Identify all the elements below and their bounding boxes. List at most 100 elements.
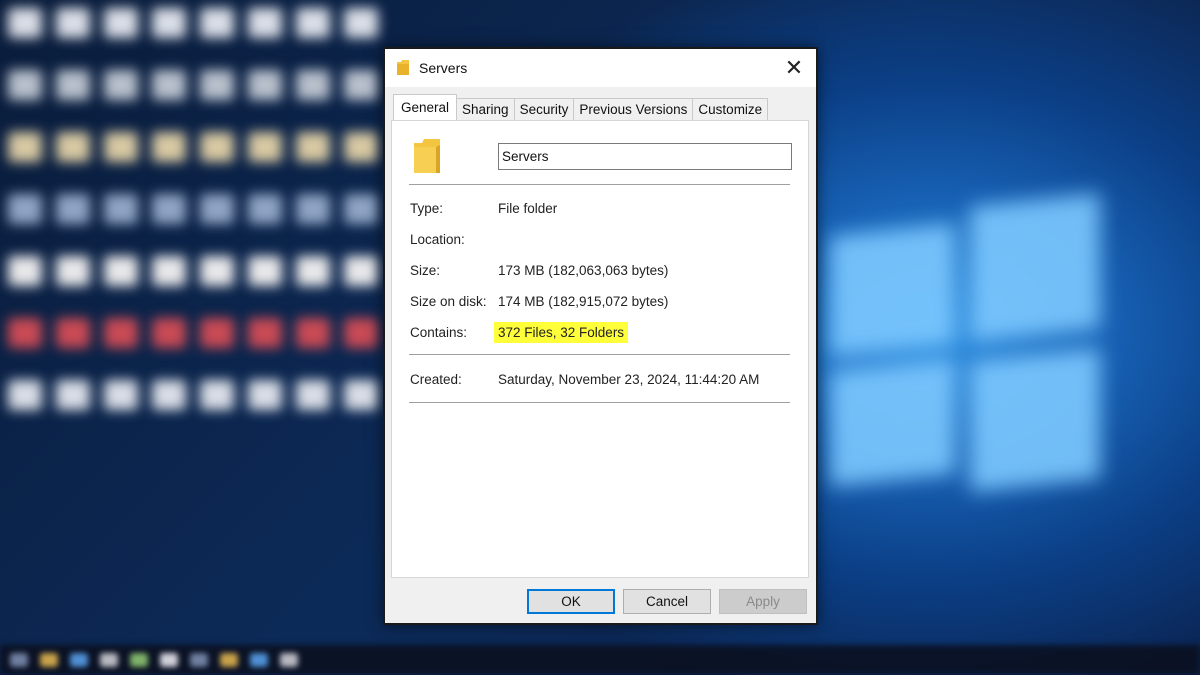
- desktop-shortcut-icon: [104, 256, 138, 286]
- desktop-shortcut-icon: [296, 318, 330, 348]
- desktop-shortcut-icon: [344, 318, 378, 348]
- created-value: Saturday, November 23, 2024, 11:44:20 AM: [498, 372, 760, 387]
- desktop-shortcut-icon: [344, 194, 378, 224]
- separator: [409, 184, 790, 186]
- taskbar-app-icon: [10, 653, 28, 667]
- folder-name-input[interactable]: [498, 143, 792, 170]
- close-icon: ✕: [784, 55, 804, 80]
- desktop-shortcut-icon: [200, 318, 234, 348]
- desktop-shortcut-icon: [344, 70, 378, 100]
- separator: [409, 354, 790, 356]
- desktop-shortcut-icon: [200, 256, 234, 286]
- tab-strip: General Sharing Security Previous Versio…: [393, 94, 769, 120]
- desktop-shortcut-icon: [152, 194, 186, 224]
- desktop-shortcut-icon: [296, 8, 330, 38]
- desktop-shortcut-icon: [104, 70, 138, 100]
- desktop-shortcut-icon: [200, 194, 234, 224]
- taskbar-app-icon: [220, 653, 238, 667]
- desktop-shortcut-icon: [200, 132, 234, 162]
- desktop-shortcut-icon: [152, 8, 186, 38]
- desktop-shortcut-icon: [8, 194, 42, 224]
- folder-icon: [397, 60, 409, 75]
- desktop-shortcut-icon: [8, 70, 42, 100]
- taskbar-app-icon: [130, 653, 148, 667]
- taskbar-app-icon: [100, 653, 118, 667]
- desktop-shortcut-icon: [296, 380, 330, 410]
- tab-general[interactable]: General: [393, 94, 458, 120]
- desktop-shortcut-icon: [200, 8, 234, 38]
- desktop-shortcut-icon: [248, 256, 282, 286]
- tab-previous-versions[interactable]: Previous Versions: [573, 98, 694, 120]
- cancel-button[interactable]: Cancel: [623, 589, 711, 614]
- separator: [409, 402, 790, 404]
- desktop-shortcut-icon: [152, 70, 186, 100]
- taskbar-app-icon: [160, 653, 178, 667]
- contains-value: 372 Files, 32 Folders: [494, 322, 629, 343]
- desktop-shortcut-icon: [56, 132, 90, 162]
- desktop-shortcut-icon: [104, 318, 138, 348]
- desktop-shortcut-icon: [200, 70, 234, 100]
- desktop-shortcut-icon: [56, 380, 90, 410]
- taskbar-app-icon: [280, 653, 298, 667]
- desktop-shortcut-icon: [152, 256, 186, 286]
- desktop-shortcut-icon: [8, 318, 42, 348]
- desktop-shortcut-icon: [104, 194, 138, 224]
- general-tab-panel: Type: File folder Location: Size: 173 MB…: [391, 120, 809, 578]
- close-button[interactable]: ✕: [772, 49, 816, 87]
- desktop-shortcut-icon: [56, 256, 90, 286]
- desktop-shortcut-icon: [248, 194, 282, 224]
- folder-icon: [414, 139, 440, 173]
- tab-sharing[interactable]: Sharing: [456, 98, 515, 120]
- desktop-shortcut-icon: [8, 132, 42, 162]
- taskbar-app-icon: [70, 653, 88, 667]
- desktop-shortcut-icon: [56, 8, 90, 38]
- desktop-shortcut-icon: [104, 8, 138, 38]
- taskbar-app-icon: [250, 653, 268, 667]
- size-value: 173 MB (182,063,063 bytes): [498, 263, 669, 278]
- desktop-shortcut-icon: [344, 8, 378, 38]
- size-on-disk-value: 174 MB (182,915,072 bytes): [498, 294, 669, 309]
- tab-customize[interactable]: Customize: [692, 98, 769, 120]
- desktop-shortcut-icon: [200, 380, 234, 410]
- desktop-shortcut-icon: [152, 132, 186, 162]
- title-bar: Servers ✕: [385, 49, 816, 87]
- desktop-shortcut-icon: [8, 256, 42, 286]
- desktop-shortcut-icon: [344, 256, 378, 286]
- apply-button[interactable]: Apply: [719, 589, 807, 614]
- desktop-shortcut-icon: [248, 70, 282, 100]
- desktop-shortcut-icon: [248, 8, 282, 38]
- taskbar-app-icon: [40, 653, 58, 667]
- desktop-shortcut-icon: [152, 318, 186, 348]
- desktop-shortcut-icon: [104, 132, 138, 162]
- desktop-shortcut-icon: [296, 194, 330, 224]
- desktop-shortcut-icon: [56, 194, 90, 224]
- desktop-shortcut-icon: [344, 380, 378, 410]
- created-label: Created:: [410, 372, 462, 387]
- desktop-shortcut-icon: [104, 380, 138, 410]
- desktop-shortcut-icon: [8, 8, 42, 38]
- desktop-icons: [0, 0, 390, 450]
- ok-button[interactable]: OK: [527, 589, 615, 614]
- location-label: Location:: [410, 232, 465, 247]
- contains-label: Contains:: [410, 325, 468, 340]
- dialog-title: Servers: [419, 60, 468, 76]
- tab-security[interactable]: Security: [513, 98, 575, 120]
- desktop-shortcut-icon: [344, 132, 378, 162]
- desktop-shortcut-icon: [8, 380, 42, 410]
- properties-dialog: Servers ✕ General Sharing Security Previ…: [383, 47, 818, 625]
- type-label: Type:: [410, 201, 444, 216]
- desktop-shortcut-icon: [248, 380, 282, 410]
- desktop-shortcut-icon: [296, 70, 330, 100]
- desktop-shortcut-icon: [56, 70, 90, 100]
- size-on-disk-label: Size on disk:: [410, 294, 487, 309]
- contains-highlight: 372 Files, 32 Folders: [494, 322, 629, 343]
- type-value: File folder: [498, 201, 558, 216]
- desktop-shortcut-icon: [296, 132, 330, 162]
- windows-logo: [830, 160, 1100, 492]
- size-label: Size:: [410, 263, 441, 278]
- desktop-shortcut-icon: [56, 318, 90, 348]
- taskbar-app-icon: [190, 653, 208, 667]
- desktop-shortcut-icon: [248, 318, 282, 348]
- desktop-shortcut-icon: [296, 256, 330, 286]
- taskbar: [0, 645, 1200, 675]
